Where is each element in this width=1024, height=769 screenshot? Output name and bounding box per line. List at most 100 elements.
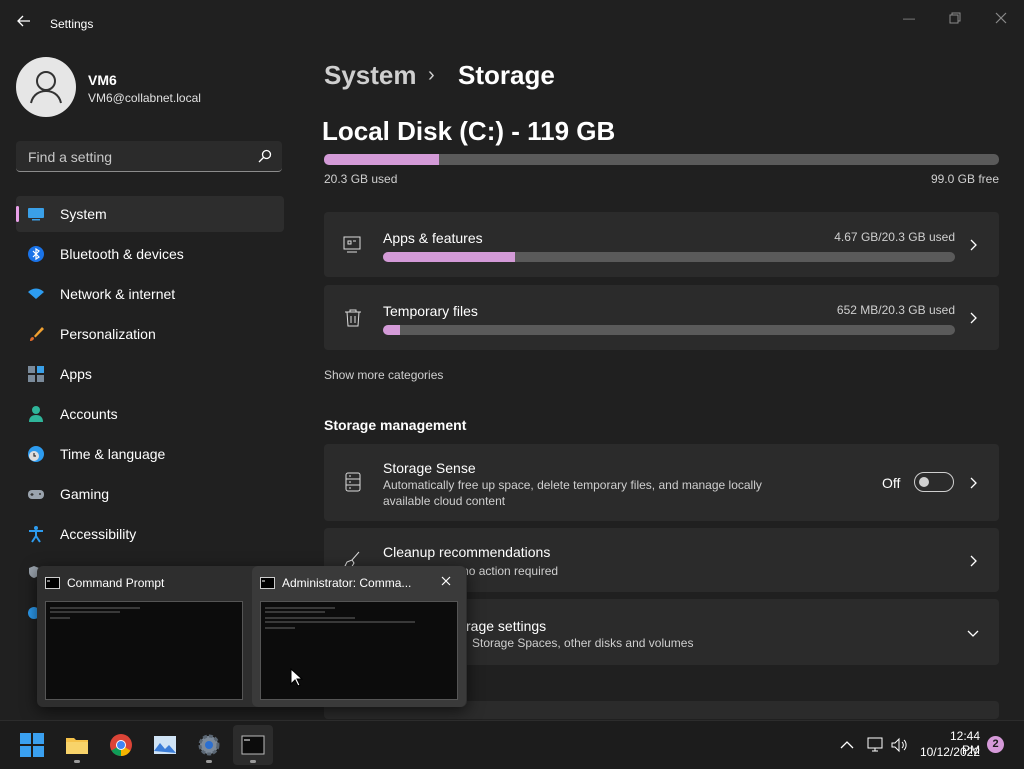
running-indicator (250, 760, 256, 763)
photos-icon (154, 736, 176, 754)
sidebar-item-label: Accessibility (60, 526, 137, 542)
sidebar-item-label: Time & language (60, 446, 166, 462)
storage-sense-icon (345, 472, 361, 492)
storage-sense-card[interactable]: Storage Sense Automatically free up spac… (324, 444, 999, 521)
chrome-button[interactable] (101, 725, 141, 765)
chevron-right-icon (970, 312, 977, 324)
sidebar-item-accessibility[interactable]: Accessibility (16, 516, 284, 552)
show-more-categories-link[interactable]: Show more categories (324, 368, 443, 382)
sidebar-item-label: Network & internet (60, 286, 176, 302)
terminal-icon (241, 735, 265, 755)
app-title: Settings (50, 17, 94, 31)
brush-icon (30, 327, 44, 341)
toggle-state-label: Off (882, 475, 901, 491)
trash-icon (345, 309, 361, 327)
card-title: rage settings (466, 618, 547, 634)
apps-icon (28, 366, 44, 382)
user-email: VM6@collabnet.local (88, 91, 201, 105)
accessibility-icon (29, 526, 43, 543)
minimize-button[interactable]: — (886, 8, 932, 28)
wifi-icon (28, 288, 44, 299)
sidebar-item-gaming[interactable]: Gaming (16, 476, 284, 512)
avatar[interactable] (16, 57, 76, 117)
storage-sense-toggle[interactable] (914, 472, 954, 492)
category-usage-bar (383, 252, 955, 262)
running-indicator (74, 760, 80, 763)
window-preview-command-prompt[interactable]: Command Prompt (37, 566, 251, 707)
apps-features-icon (343, 236, 361, 253)
title-bar: Settings — (0, 0, 1024, 48)
window-preview-administrator[interactable]: Administrator: Comma... (252, 566, 466, 707)
breadcrumb-separator: › (428, 64, 435, 86)
file-explorer-icon (66, 738, 88, 754)
sidebar-item-label: Bluetooth & devices (60, 246, 184, 262)
card-title: Temporary files (383, 303, 478, 319)
window-title: Administrator: Comma... (282, 576, 412, 590)
card-description: Automatically free up space, delete temp… (383, 478, 762, 508)
disk-title: Local Disk (C:) - 119 GB (322, 116, 616, 146)
card-title: Cleanup recommendations (383, 544, 551, 560)
command-prompt-icon (45, 577, 60, 589)
accounts-icon (29, 406, 43, 422)
toggle-knob (919, 477, 929, 487)
category-usage-fill (383, 252, 515, 262)
sidebar-item-bluetooth[interactable]: Bluetooth & devices (16, 236, 284, 272)
sidebar-item-label: System (60, 206, 107, 222)
category-usage-fill (383, 325, 401, 335)
sidebar-item-label: Gaming (60, 486, 110, 502)
back-arrow-icon[interactable] (14, 14, 34, 34)
clock-date[interactable]: 10/12/2022 (918, 745, 980, 759)
maximize-button[interactable] (932, 8, 978, 28)
volume-icon[interactable] (890, 736, 908, 754)
page-title: Storage (458, 60, 555, 90)
mouse-cursor-icon (290, 668, 304, 687)
close-icon[interactable] (440, 575, 452, 587)
chevron-right-icon (970, 555, 977, 567)
clock-globe-icon (28, 446, 44, 462)
apps-features-card[interactable]: Apps & features 4.67 GB/20.3 GB used (324, 212, 999, 277)
system-icon (28, 208, 44, 221)
card-usage: 652 MB/20.3 GB used (836, 303, 955, 317)
disk-usage-fill (324, 154, 439, 165)
disk-used-label: 20.3 GB used (324, 172, 398, 186)
window-thumbnail (45, 601, 243, 700)
chevron-down-icon (967, 630, 979, 637)
search-box[interactable] (16, 141, 282, 172)
search-input[interactable] (26, 147, 250, 167)
chevron-right-icon (970, 239, 977, 251)
breadcrumb-parent[interactable]: System (324, 60, 417, 91)
start-icon (20, 733, 44, 757)
selection-indicator (16, 206, 19, 222)
search-icon (258, 149, 272, 163)
sidebar-item-accounts[interactable]: Accounts (16, 396, 284, 432)
sidebar-item-network[interactable]: Network & internet (16, 276, 284, 312)
card-description: Storage Spaces, other disks and volumes (472, 636, 694, 650)
category-usage-bar (383, 325, 955, 335)
disk-usage-bar (324, 154, 999, 165)
sidebar-item-time-language[interactable]: Time & language (16, 436, 284, 472)
notification-badge[interactable]: 2 (987, 736, 1004, 753)
card-title: Storage Sense (383, 460, 476, 476)
chevron-right-icon (970, 477, 977, 489)
sidebar-item-personalization[interactable]: Personalization (16, 316, 284, 352)
sidebar-item-label: Apps (60, 366, 92, 382)
window-title: Command Prompt (67, 576, 165, 590)
photos-button[interactable] (145, 725, 185, 765)
settings-button[interactable] (189, 725, 229, 765)
gamepad-icon (28, 490, 44, 499)
sidebar-item-system[interactable]: System (16, 196, 284, 232)
close-button[interactable] (978, 8, 1024, 28)
card-title: Apps & features (383, 230, 483, 246)
network-icon[interactable] (866, 736, 884, 754)
sidebar-item-apps[interactable]: Apps (16, 356, 284, 392)
temporary-files-card[interactable]: Temporary files 652 MB/20.3 GB used (324, 285, 999, 350)
chrome-icon (110, 734, 132, 756)
section-header: Storage management (324, 417, 467, 433)
sidebar-item-label: Accounts (60, 406, 118, 422)
terminal-button[interactable] (233, 725, 273, 765)
file-explorer-button[interactable] (57, 725, 97, 765)
start-button[interactable] (12, 725, 52, 765)
taskbar: 2 (0, 720, 1024, 769)
chevron-up-icon[interactable] (840, 738, 854, 752)
running-indicator (206, 760, 212, 763)
